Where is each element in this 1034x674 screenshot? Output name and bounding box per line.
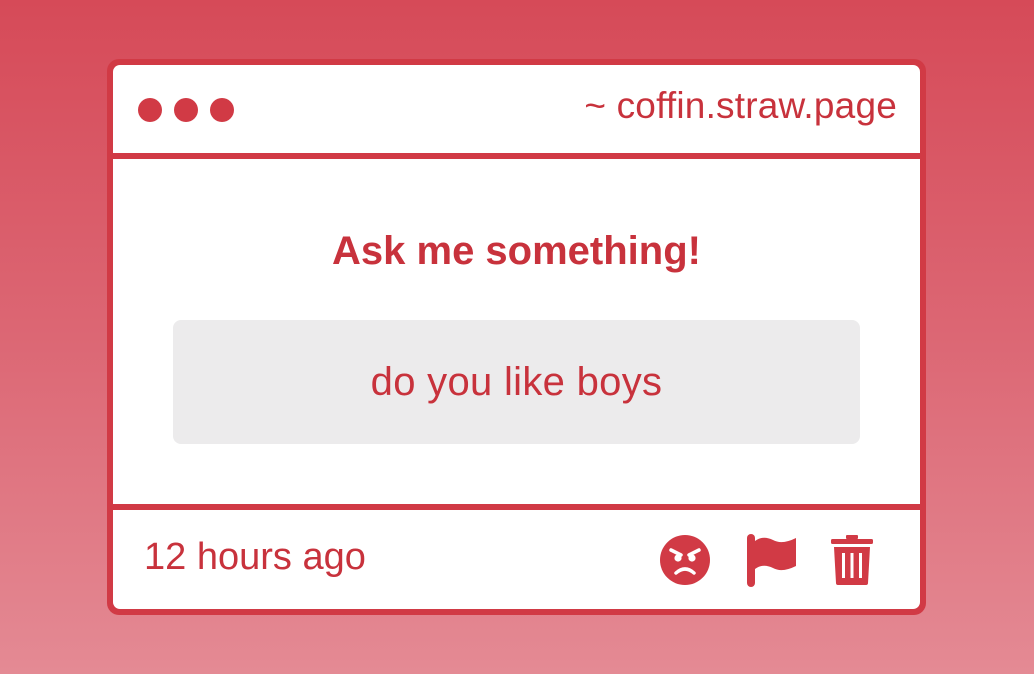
window-dot <box>174 98 198 122</box>
flag-icon[interactable] <box>746 532 798 588</box>
question-card: ~ coffin.straw.page Ask me something! do… <box>107 59 926 615</box>
action-icons <box>660 532 874 588</box>
window-dot <box>210 98 234 122</box>
page-title: Ask me something! <box>332 229 701 273</box>
card-footer: 12 hours ago <box>113 510 920 609</box>
window-header: ~ coffin.straw.page <box>113 65 920 153</box>
trash-icon[interactable] <box>830 535 874 585</box>
angry-face-icon[interactable] <box>660 535 710 585</box>
question-text: do you like boys <box>173 320 860 444</box>
page-url: ~ coffin.straw.page <box>584 85 897 126</box>
question-panel: Ask me something! do you like boys <box>113 159 920 504</box>
window-dots <box>138 98 234 122</box>
window-dot <box>138 98 162 122</box>
timestamp: 12 hours ago <box>144 536 366 578</box>
